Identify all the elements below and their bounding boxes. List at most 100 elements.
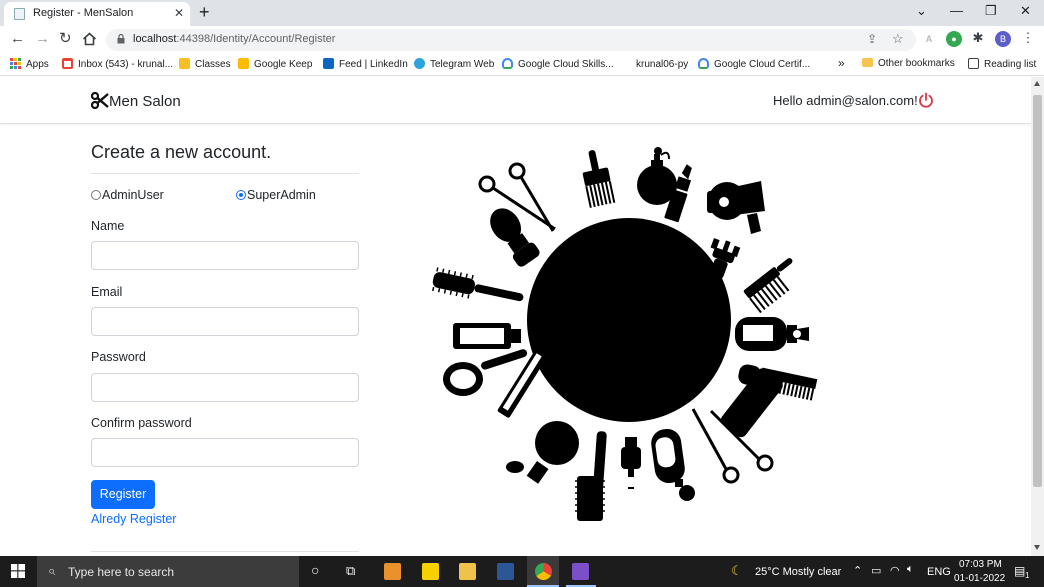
confirm-password-input[interactable] bbox=[91, 438, 359, 467]
minimize-button[interactable]: — bbox=[950, 3, 963, 18]
bookmark-linkedin[interactable]: Feed | LinkedIn bbox=[323, 58, 408, 70]
password-input[interactable] bbox=[91, 373, 359, 402]
scroll-down-arrow-icon[interactable] bbox=[1034, 545, 1040, 550]
bookmark-cloud-cert[interactable]: Google Cloud Certif... bbox=[698, 58, 810, 70]
weather-text[interactable]: 25°C Mostly clear bbox=[755, 566, 841, 578]
windows-start-icon[interactable] bbox=[11, 564, 25, 578]
scrollbar-thumb[interactable] bbox=[1033, 95, 1042, 487]
nail-polish-icon bbox=[621, 437, 641, 489]
linkedin-icon bbox=[323, 58, 334, 69]
language-indicator[interactable]: ENG bbox=[927, 566, 951, 578]
divider bbox=[91, 173, 359, 174]
new-tab-button[interactable]: + bbox=[199, 2, 210, 22]
email-label: Email bbox=[91, 285, 123, 299]
hair-dryer-icon bbox=[707, 181, 765, 234]
already-registered-link[interactable]: Alredy Register bbox=[91, 512, 176, 526]
word-icon[interactable] bbox=[497, 563, 514, 580]
role-radio-adminuser[interactable]: AdminUser bbox=[91, 188, 164, 202]
compact-powder-icon bbox=[506, 421, 579, 484]
tab-close-icon[interactable]: ✕ bbox=[174, 6, 184, 20]
profile-avatar[interactable]: B bbox=[995, 31, 1011, 47]
extension-grammarly-icon[interactable]: ● bbox=[946, 31, 962, 47]
sublime-text-icon[interactable] bbox=[384, 563, 401, 580]
restore-button[interactable]: ❐ bbox=[985, 3, 997, 19]
radio-label: SuperAdmin bbox=[247, 188, 316, 202]
cortana-icon[interactable]: ○ bbox=[311, 562, 319, 578]
center-circle bbox=[527, 218, 731, 422]
volume-icon[interactable]: 🔈︎ bbox=[907, 563, 914, 576]
task-view-icon[interactable]: ⧉ bbox=[346, 563, 355, 579]
radio-button-checked[interactable] bbox=[236, 190, 246, 200]
extension-a-icon[interactable]: A bbox=[921, 31, 937, 47]
wifi-icon[interactable]: ◠ bbox=[890, 564, 900, 577]
bookmark-cloud-skills[interactable]: Google Cloud Skills... bbox=[502, 58, 614, 70]
show-hidden-icons-icon[interactable]: ⌃ bbox=[853, 564, 862, 577]
perfume-bottle-icon bbox=[637, 147, 677, 205]
classroom-icon bbox=[179, 58, 190, 69]
user-greeting[interactable]: Hello admin@salon.com! bbox=[773, 93, 918, 108]
lock-icon bbox=[117, 34, 125, 44]
folder-icon bbox=[862, 58, 873, 67]
forward-icon[interactable]: → bbox=[35, 30, 50, 48]
bookmark-star-icon[interactable]: ☆ bbox=[892, 31, 904, 47]
clock-date[interactable]: 01-01-2022 bbox=[954, 573, 1005, 584]
bookmark-apps[interactable]: Apps bbox=[10, 58, 49, 70]
browser-tab-bar: Register - MenSalon ✕ + ⌄ — ❐ ✕ bbox=[0, 0, 1044, 26]
role-radio-superadmin[interactable]: SuperAdmin bbox=[236, 188, 316, 202]
bookmark-krunal06-py[interactable]: krunal06-py bbox=[635, 58, 688, 70]
salon-tools-illustration bbox=[432, 147, 818, 521]
back-icon[interactable]: ← bbox=[10, 30, 25, 48]
more-bookmarks-icon[interactable]: » bbox=[838, 56, 845, 70]
bookmark-other[interactable]: Other bookmarks bbox=[862, 58, 955, 69]
taskbar-search[interactable]: ⌕ Type here to search bbox=[37, 556, 299, 587]
scissors-logo-icon bbox=[90, 91, 109, 110]
web-page: Men Salon Hello admin@salon.com! Create … bbox=[0, 77, 1031, 556]
address-bar[interactable]: localhost:44398/Identity/Account/Registe… bbox=[106, 29, 916, 51]
name-input[interactable] bbox=[91, 241, 359, 270]
pick-comb-icon bbox=[743, 258, 793, 314]
page-scrollbar[interactable] bbox=[1031, 77, 1044, 556]
radio-label: AdminUser bbox=[102, 188, 164, 202]
file-explorer-icon[interactable] bbox=[459, 563, 476, 580]
email-input[interactable] bbox=[91, 307, 359, 336]
visual-studio-icon[interactable] bbox=[572, 563, 589, 580]
google-cloud-icon bbox=[698, 58, 709, 69]
browser-menu-icon[interactable]: ⋮ bbox=[1020, 30, 1036, 46]
password-label: Password bbox=[91, 350, 146, 364]
sticky-notes-icon[interactable] bbox=[422, 563, 439, 580]
site-brand[interactable]: Men Salon bbox=[90, 91, 181, 110]
home-icon[interactable] bbox=[82, 32, 97, 46]
bookmarks-bar: Apps Inbox (543) - krunal... Classes Goo… bbox=[0, 54, 1044, 76]
logout-power-icon[interactable] bbox=[918, 92, 934, 108]
bookmark-gmail[interactable]: Inbox (543) - krunal... bbox=[62, 58, 173, 70]
browser-tab[interactable]: Register - MenSalon ✕ bbox=[4, 2, 190, 26]
chrome-icon[interactable] bbox=[535, 563, 552, 580]
cream-tube-icon bbox=[453, 323, 521, 349]
paddle-brush-icon bbox=[575, 431, 607, 521]
bookmark-classes[interactable]: Classes bbox=[179, 58, 231, 70]
page-title: Create a new account. bbox=[91, 142, 272, 162]
bookmark-reading-list[interactable]: Reading list bbox=[968, 58, 1036, 70]
bookmark-telegram[interactable]: Telegram Web bbox=[414, 58, 494, 70]
close-window-button[interactable]: ✕ bbox=[1020, 3, 1031, 19]
windows-taskbar: ⌕ Type here to search ○ ⧉ ☾ 25°C Mostly … bbox=[0, 556, 1044, 587]
weather-moon-icon[interactable]: ☾ bbox=[731, 563, 743, 579]
battery-icon[interactable]: ▭ bbox=[871, 564, 881, 577]
reload-icon[interactable]: ↻ bbox=[59, 30, 72, 48]
bookmark-google-keep[interactable]: Google Keep bbox=[238, 58, 312, 70]
reading-list-icon bbox=[968, 58, 979, 69]
tab-title: Register - MenSalon bbox=[33, 7, 134, 19]
notifications-icon[interactable]: ▤ bbox=[1014, 564, 1025, 578]
scroll-up-arrow-icon[interactable] bbox=[1034, 81, 1040, 86]
spray-bottle-icon bbox=[735, 317, 809, 351]
share-icon[interactable]: ⇪ bbox=[867, 32, 877, 46]
tab-search-icon[interactable]: ⌄ bbox=[916, 3, 927, 19]
search-placeholder: Type here to search bbox=[68, 565, 175, 579]
url-text: localhost:44398/Identity/Account/Registe… bbox=[133, 33, 336, 45]
page-favicon-icon bbox=[14, 8, 25, 20]
clock-time[interactable]: 07:03 PM bbox=[959, 559, 1002, 570]
extensions-puzzle-icon[interactable]: ✱ bbox=[970, 30, 986, 46]
register-button[interactable]: Register bbox=[91, 480, 155, 509]
radio-button[interactable] bbox=[91, 190, 101, 200]
shaving-brush-icon bbox=[490, 208, 540, 267]
